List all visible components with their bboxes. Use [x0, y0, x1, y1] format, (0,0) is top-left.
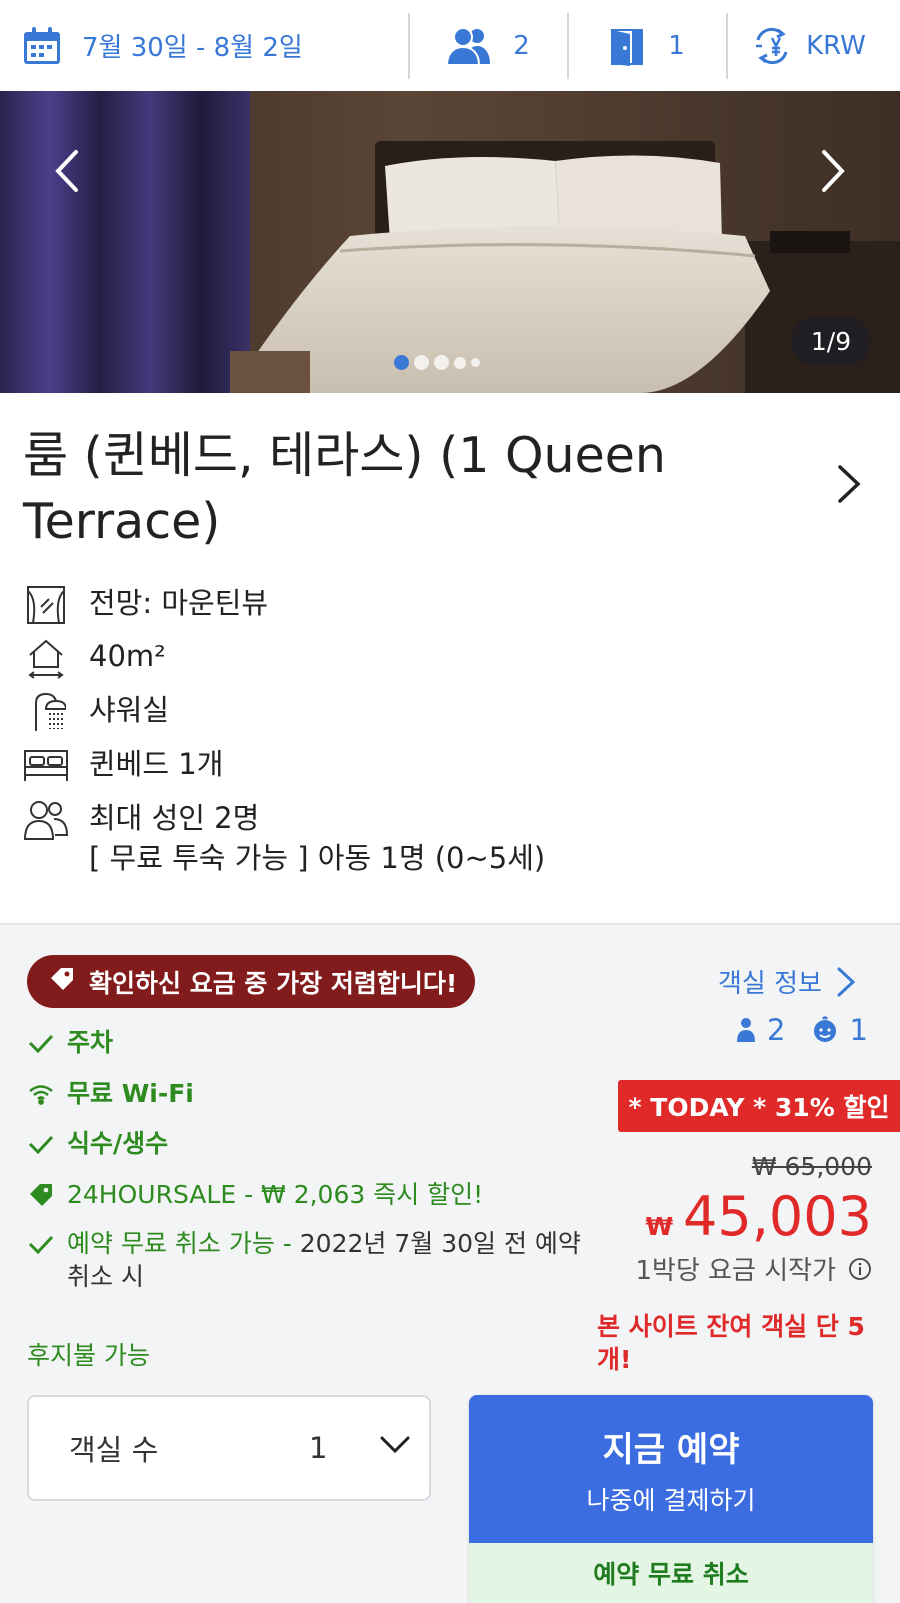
room-details: 룸 (퀸베드, 테라스) (1 Queen Terrace) 전망: 마운틴뷰 … — [0, 393, 900, 925]
pay-later-available: 후지불 가능 — [27, 1341, 150, 1370]
shower-icon — [22, 690, 70, 734]
pagination-dot[interactable] — [414, 355, 429, 370]
amenity-wifi: 무료 Wi-Fi — [27, 1077, 194, 1110]
pagination-dot[interactable] — [434, 355, 449, 370]
pagination-dot[interactable] — [471, 358, 480, 367]
chevron-left-icon — [55, 150, 78, 192]
cancellation-text-block: 예약 무료 취소 가능 - 2022년 7월 30일 전 예약 취소 시 — [67, 1227, 587, 1293]
feature-bed: 퀸베드 1개 — [22, 744, 223, 788]
feature-occupancy: 최대 성인 2명 [ 무료 투숙 가능 ] 아동 1명 (0~5세) — [22, 798, 545, 878]
feature-text: [ 무료 투숙 가능 ] 아동 1명 (0~5세) — [89, 841, 546, 875]
currency-code: KRW — [806, 30, 866, 61]
feature-text: 40m² — [89, 639, 166, 673]
promo-text: 24HOURSALE - ₩ 2,063 즉시 할인! — [67, 1180, 484, 1209]
bed-icon — [22, 744, 70, 788]
rooms-left-warning: 본 사이트 잔여 객실 단 5개! — [597, 1312, 865, 1374]
area-icon — [22, 636, 70, 680]
book-now-button[interactable]: 지금 예약 나중에 결제하기 예약 무료 취소 — [469, 1395, 873, 1603]
tag-icon — [49, 966, 75, 998]
free-cancellation: 예약 무료 취소 가능 - 2022년 7월 30일 전 예약 취소 시 — [27, 1227, 587, 1293]
adult-count: 2 — [767, 1013, 786, 1047]
room-quantity-label: 객실 수 — [69, 1433, 159, 1467]
pagination-dot-active[interactable] — [394, 355, 409, 370]
chevron-right-icon — [838, 465, 861, 503]
info-icon[interactable] — [848, 1257, 872, 1281]
price-amount: 45,003 — [683, 1185, 872, 1248]
room-photo-carousel[interactable]: 1/9 — [0, 91, 900, 393]
feature-text-block: 최대 성인 2명 [ 무료 투숙 가능 ] 아동 1명 (0~5세) — [89, 798, 545, 878]
book-now-label: 지금 예약 — [602, 1429, 740, 1470]
chevron-down-icon — [380, 1436, 410, 1454]
date-range-selector[interactable]: 7월 30일 - 8월 2일 — [0, 0, 408, 91]
per-night-note: 1박당 요금 시작가 — [635, 1250, 872, 1287]
photo-counter: 1/9 — [791, 317, 871, 365]
search-summary-bar: 7월 30일 - 8월 2일 2 1 KRW — [0, 0, 900, 91]
amenity-water: 식수/생수 — [27, 1127, 168, 1160]
guests-icon — [447, 26, 491, 66]
next-photo-button[interactable] — [808, 131, 858, 211]
room-info-label: 객실 정보 — [718, 969, 822, 999]
room-count-selector[interactable]: 1 — [569, 0, 726, 91]
room-info-link[interactable]: 객실 정보 — [718, 963, 856, 1000]
room-count: 1 — [668, 30, 685, 61]
room-details-chevron-button[interactable] — [836, 463, 862, 509]
wifi-icon — [27, 1077, 55, 1110]
date-range-text: 7월 30일 - 8월 2일 — [82, 33, 303, 63]
check-icon — [27, 1026, 55, 1059]
previous-photo-button[interactable] — [42, 131, 92, 211]
calendar-icon — [22, 26, 62, 66]
feature-text: 최대 성인 2명 — [89, 801, 260, 835]
feature-area: 40m² — [22, 636, 166, 680]
feature-view: 전망: 마운틴뷰 — [22, 583, 268, 627]
original-price: ₩ 65,000 — [751, 1152, 872, 1181]
people-icon — [22, 798, 70, 842]
currency-exchange-icon — [752, 26, 792, 66]
feature-bathroom: 샤워실 — [22, 690, 169, 734]
check-icon — [27, 1227, 55, 1260]
currency-selector[interactable]: KRW — [728, 0, 900, 91]
room-title[interactable]: 룸 (퀸베드, 테라스) (1 Queen Terrace) — [23, 423, 803, 555]
guest-count: 2 — [513, 30, 530, 61]
cheapest-rate-badge: 확인하신 요금 중 가장 저렴합니다! — [27, 955, 476, 1008]
amenity-text: 주차 — [67, 1028, 114, 1057]
pagination-dot[interactable] — [454, 356, 466, 369]
pay-later-label: 나중에 결제하기 — [586, 1485, 756, 1515]
chevron-right-icon — [822, 150, 845, 192]
rate-occupancy: 2 1 — [735, 1013, 884, 1047]
child-icon — [814, 1016, 837, 1042]
guest-selector[interactable]: 2 — [410, 0, 567, 91]
child-count: 1 — [849, 1013, 868, 1047]
per-night-text: 1박당 요금 시작가 — [635, 1256, 836, 1286]
amenity-text: 식수/생수 — [67, 1129, 169, 1158]
adult-icon — [737, 1018, 755, 1042]
cheapest-rate-text: 확인하신 요금 중 가장 저렴합니다! — [89, 968, 458, 998]
promo-discount: 24HOURSALE - ₩ 2,063 즉시 할인! — [27, 1178, 483, 1211]
discount-badge: * TODAY * 31% 할인 — [618, 1080, 900, 1132]
window-view-icon — [22, 583, 70, 627]
rate-card: 확인하신 요금 중 가장 저렴합니다! 주차 무료 Wi-Fi 식수/생수 24… — [0, 925, 900, 1603]
currency-symbol: ₩ — [645, 1212, 674, 1241]
room-quantity-value: 1 — [309, 1431, 328, 1465]
door-icon — [610, 26, 644, 66]
free-cancel-label: 예약 무료 취소 — [469, 1543, 873, 1603]
carousel-pagination — [394, 355, 480, 370]
current-price: ₩ 45,003 — [645, 1185, 872, 1248]
feature-text: 샤워실 — [89, 693, 170, 727]
room-photo — [0, 91, 900, 393]
feature-text: 전망: 마운틴뷰 — [89, 586, 269, 620]
cancellation-text: 예약 무료 취소 가능 - — [67, 1229, 300, 1258]
chevron-right-icon — [837, 967, 856, 996]
room-quantity-select[interactable]: 객실 수 1 — [27, 1395, 431, 1501]
book-now-main[interactable]: 지금 예약 나중에 결제하기 — [469, 1395, 873, 1543]
feature-text: 퀸베드 1개 — [89, 747, 224, 781]
amenity-parking: 주차 — [27, 1026, 113, 1059]
tag-icon — [27, 1178, 55, 1211]
check-icon — [27, 1127, 55, 1160]
amenity-text: 무료 Wi-Fi — [67, 1079, 194, 1108]
